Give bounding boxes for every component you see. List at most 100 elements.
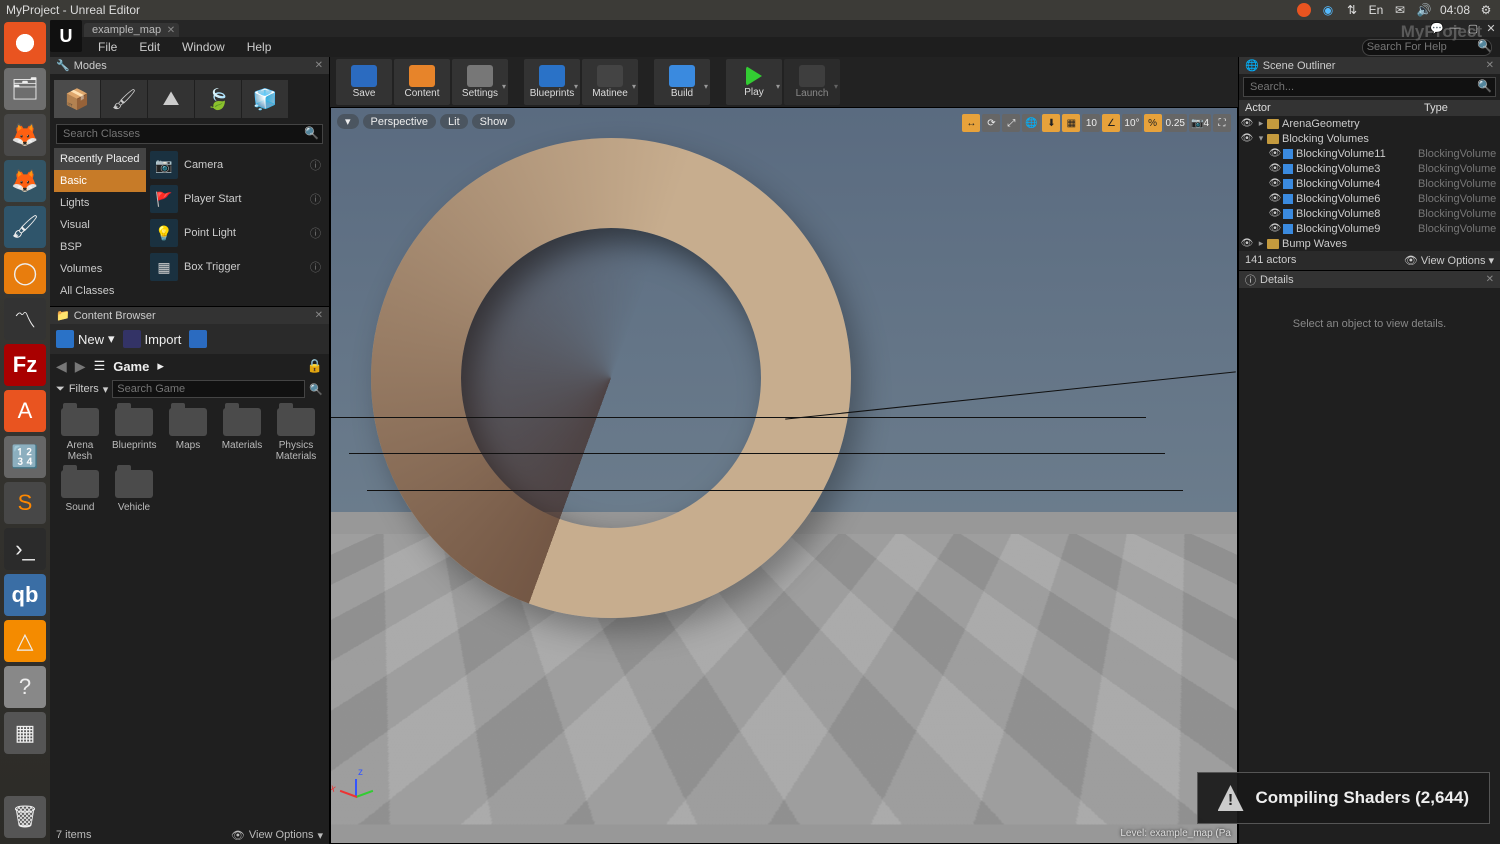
folder-vehicle[interactable]: Vehicle bbox=[112, 470, 156, 513]
grid-snap-value[interactable]: 10 bbox=[1082, 114, 1100, 132]
scene-outliner-tab[interactable]: 🌐 Scene Outliner ✕ bbox=[1239, 57, 1500, 74]
eye-icon[interactable]: 👁 bbox=[1239, 238, 1255, 249]
eye-icon[interactable]: 👁 bbox=[1267, 178, 1283, 189]
tree-row-bv4[interactable]: 👁BlockingVolume4BlockingVolume bbox=[1239, 176, 1500, 191]
col-actor[interactable]: Actor bbox=[1239, 100, 1418, 116]
tree-row-bump[interactable]: 👁▸Bump Waves bbox=[1239, 236, 1500, 251]
expand-icon[interactable]: ▾ bbox=[1255, 133, 1267, 144]
paint-mode-button[interactable]: 🖌 bbox=[101, 80, 147, 118]
launcher-vlc-icon[interactable]: △ bbox=[4, 620, 46, 662]
cat-volumes[interactable]: Volumes bbox=[54, 258, 146, 280]
power-icon[interactable]: ⚙ bbox=[1478, 2, 1494, 18]
foliage-mode-button[interactable]: 🍃 bbox=[195, 80, 241, 118]
folder-sound[interactable]: Sound bbox=[58, 470, 102, 513]
grid-snap-button[interactable]: ▦ bbox=[1062, 114, 1080, 132]
app-tray-icon[interactable]: ◉ bbox=[1320, 2, 1336, 18]
launcher-blender-icon[interactable]: ◯ bbox=[4, 252, 46, 294]
folder-blueprints[interactable]: Blueprints bbox=[112, 408, 156, 462]
menu-edit[interactable]: Edit bbox=[129, 38, 170, 56]
save-all-button[interactable] bbox=[189, 330, 207, 348]
place-mode-button[interactable]: 📦 bbox=[54, 80, 100, 118]
geometry-mode-button[interactable]: 🧊 bbox=[242, 80, 288, 118]
folder-maps[interactable]: Maps bbox=[166, 408, 210, 462]
cat-bsp[interactable]: BSP bbox=[54, 236, 146, 258]
angle-snap-value[interactable]: 10° bbox=[1122, 114, 1141, 132]
outliner-search-input[interactable] bbox=[1243, 77, 1496, 97]
launcher-paint-icon[interactable]: 🖌 bbox=[4, 206, 46, 248]
close-icon[interactable]: ✕ bbox=[1486, 274, 1494, 285]
launcher-gimp-icon[interactable]: 🦊 bbox=[4, 114, 46, 156]
asset-player-start[interactable]: 🚩Player Startⓘ bbox=[146, 182, 325, 216]
tree-row-arena[interactable]: 👁▸ArenaGeometry bbox=[1239, 116, 1500, 131]
close-icon[interactable]: ✕ bbox=[1486, 60, 1494, 71]
settings-button[interactable]: Settings▾ bbox=[452, 59, 508, 105]
eye-icon[interactable]: 👁 bbox=[1267, 208, 1283, 219]
cat-basic[interactable]: Basic bbox=[54, 170, 146, 192]
cat-recently-placed[interactable]: Recently Placed bbox=[54, 148, 146, 170]
launcher-dash-icon[interactable] bbox=[4, 22, 46, 64]
tree-row-blocking[interactable]: 👁▾Blocking Volumes bbox=[1239, 131, 1500, 146]
translate-tool-button[interactable]: ↔ bbox=[962, 114, 980, 132]
launcher-workspace-icon[interactable]: ▦ bbox=[4, 712, 46, 754]
maximize-viewport-button[interactable]: ⛶ bbox=[1213, 114, 1231, 132]
tree-toggle-icon[interactable]: ☰ bbox=[94, 358, 106, 374]
asset-box-trigger[interactable]: ▦Box Triggerⓘ bbox=[146, 250, 325, 284]
rotate-tool-button[interactable]: ⟳ bbox=[982, 114, 1000, 132]
tree-row-bv3[interactable]: 👁BlockingVolume3BlockingVolume bbox=[1239, 161, 1500, 176]
launcher-files-icon[interactable]: 🗂 bbox=[4, 68, 46, 110]
asset-point-light[interactable]: 💡Point Lightⓘ bbox=[146, 216, 325, 250]
clock[interactable]: 04:08 bbox=[1440, 2, 1470, 18]
folder-arena-mesh[interactable]: Arena Mesh bbox=[58, 408, 102, 462]
perspective-button[interactable]: Perspective bbox=[363, 114, 436, 129]
new-button[interactable]: New▾ bbox=[56, 330, 115, 348]
launcher-software-icon[interactable]: A bbox=[4, 390, 46, 432]
scale-snap-value[interactable]: 0.25 bbox=[1164, 114, 1187, 132]
info-icon[interactable]: ⓘ bbox=[310, 259, 321, 275]
launcher-qbittorrent-icon[interactable]: qb bbox=[4, 574, 46, 616]
launcher-terminal-icon[interactable]: ›_ bbox=[4, 528, 46, 570]
close-icon[interactable]: ✕ bbox=[315, 310, 323, 321]
surface-snap-button[interactable]: ⬇ bbox=[1042, 114, 1060, 132]
folder-materials[interactable]: Materials bbox=[220, 408, 264, 462]
import-button[interactable]: Import bbox=[123, 330, 182, 348]
launcher-sublime-icon[interactable]: S bbox=[4, 482, 46, 524]
forward-button[interactable]: ▶ bbox=[75, 358, 86, 375]
expand-icon[interactable]: ▸ bbox=[1255, 118, 1267, 129]
play-button[interactable]: Play▾ bbox=[726, 59, 782, 105]
show-button[interactable]: Show bbox=[472, 114, 516, 129]
document-tab[interactable]: example_map ✕ bbox=[84, 23, 179, 37]
volume-icon[interactable]: 🔊 bbox=[1416, 2, 1432, 18]
cat-visual[interactable]: Visual bbox=[54, 214, 146, 236]
tree-row-bv11[interactable]: 👁BlockingVolume11BlockingVolume bbox=[1239, 146, 1500, 161]
close-icon[interactable]: ✕ bbox=[167, 25, 175, 36]
mail-icon[interactable]: ✉ bbox=[1392, 2, 1408, 18]
eye-icon[interactable]: 👁 bbox=[1267, 163, 1283, 174]
menu-help[interactable]: Help bbox=[237, 38, 282, 56]
camera-speed-button[interactable]: 📷 4 bbox=[1189, 114, 1211, 132]
angle-snap-button[interactable]: ∠ bbox=[1102, 114, 1120, 132]
info-icon[interactable]: ⓘ bbox=[310, 225, 321, 241]
minimize-button[interactable]: — bbox=[1446, 20, 1464, 36]
eye-icon[interactable]: 👁 bbox=[1267, 148, 1283, 159]
asset-camera[interactable]: 📷Cameraⓘ bbox=[146, 148, 325, 182]
eye-icon[interactable]: 👁 bbox=[1239, 133, 1255, 144]
build-button[interactable]: Build▾ bbox=[654, 59, 710, 105]
folder-physics-materials[interactable]: Physics Materials bbox=[274, 408, 318, 462]
lock-icon[interactable]: 🔒 bbox=[307, 358, 323, 374]
launcher-filezilla-icon[interactable]: Fz bbox=[4, 344, 46, 386]
filters-label[interactable]: Filters bbox=[69, 383, 99, 395]
content-browser-tab[interactable]: 📁 Content Browser ✕ bbox=[50, 307, 329, 324]
lang-indicator[interactable]: En bbox=[1368, 2, 1384, 18]
view-options-button[interactable]: View Options bbox=[1421, 255, 1486, 267]
expand-icon[interactable]: ▸ bbox=[1255, 238, 1267, 249]
launcher-sysmon-icon[interactable]: 〽 bbox=[4, 298, 46, 340]
blueprints-button[interactable]: Blueprints▾ bbox=[524, 59, 580, 105]
launcher-firefox-icon[interactable]: 🦊 bbox=[4, 160, 46, 202]
info-icon[interactable]: ⓘ bbox=[310, 157, 321, 173]
content-button[interactable]: Content bbox=[394, 59, 450, 105]
scale-tool-button[interactable]: ⤢ bbox=[1002, 114, 1020, 132]
close-button[interactable]: ✕ bbox=[1482, 20, 1500, 36]
matinee-button[interactable]: Matinee▾ bbox=[582, 59, 638, 105]
modes-tab[interactable]: 🔧 Modes ✕ bbox=[50, 57, 329, 74]
launcher-trash-icon[interactable]: 🗑 bbox=[4, 796, 46, 838]
